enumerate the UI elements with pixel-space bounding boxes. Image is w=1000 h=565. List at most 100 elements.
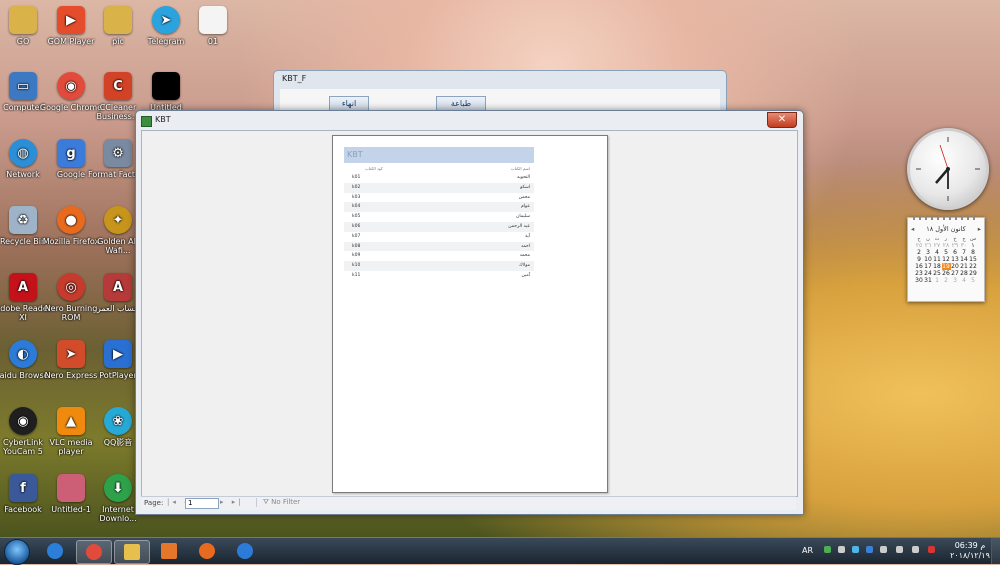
calendar-day[interactable]: 23 <box>915 270 924 277</box>
taskbar-media-player[interactable] <box>152 540 186 562</box>
print-preview-area: KBT كود الكتاب اسم الكتاب k01 النحويه k02… <box>141 130 798 497</box>
table-row: k11 آمين <box>344 271 534 281</box>
tray-icon[interactable] <box>824 546 831 553</box>
calendar-day[interactable]: 22 <box>969 263 978 270</box>
book-name: آمين <box>521 272 530 278</box>
print-button[interactable]: طباعة <box>436 96 486 111</box>
calendar-day[interactable]: 10 <box>924 256 933 263</box>
previous-month-icon[interactable]: ◂ <box>911 225 914 233</box>
calendar-day[interactable]: 7 <box>960 249 969 256</box>
table-row: k06 عبد الرحمن <box>344 221 534 232</box>
google-icon: g <box>57 139 85 167</box>
bluetooth-icon[interactable] <box>866 546 873 553</box>
calendar-day[interactable]: ١ <box>969 242 978 249</box>
calendar-day[interactable]: 6 <box>951 249 960 256</box>
clock-gadget[interactable] <box>907 128 989 210</box>
no-filter-button[interactable]: ⛛ No Filter <box>256 498 306 507</box>
calendar-day[interactable]: 21 <box>960 263 969 270</box>
calendar-day[interactable]: 14 <box>960 256 969 263</box>
calendar-day[interactable]: 25 <box>933 270 942 277</box>
taskbar-internet-explorer[interactable] <box>38 540 72 562</box>
calendar-day[interactable]: 24 <box>924 270 933 277</box>
table-row: k09 محمد <box>344 251 534 261</box>
calendar-day[interactable]: 5 <box>942 249 951 256</box>
chrome-icon <box>86 544 102 560</box>
clock-display[interactable]: 06:39 م ٢٠١٨/١٢/١٩ <box>948 541 992 561</box>
start-button[interactable] <box>4 539 30 565</box>
calendar-day[interactable]: 4 <box>960 277 969 284</box>
access-file-icon: A <box>104 273 132 301</box>
book-name: احمد <box>521 243 530 249</box>
calendar-today[interactable]: 19 <box>941 263 951 270</box>
book-name: اسكو <box>520 184 530 190</box>
next-last-page-buttons[interactable]: ▸ ▸| <box>220 498 244 506</box>
calendar-day[interactable]: 16 <box>915 263 924 270</box>
folder-icon <box>9 6 37 34</box>
taskbar-file-explorer[interactable] <box>114 540 150 564</box>
tray-icon[interactable] <box>838 546 845 553</box>
desktop-icon-01[interactable]: 01 <box>180 6 246 46</box>
exit-button[interactable]: انهاء <box>329 96 369 111</box>
tray-icon[interactable] <box>852 546 859 553</box>
show-desktop-button[interactable] <box>991 538 1000 564</box>
calendar-day[interactable]: 18 <box>933 263 942 270</box>
clock-face-icon <box>916 137 980 201</box>
calendar-day[interactable]: 1 <box>933 277 942 284</box>
black-image-icon <box>152 72 180 100</box>
calendar-gadget[interactable]: ◂ كانون الأول ١٨ ▸ ح ن ث ر خ ج س ٢٥ ٢٦ ٢… <box>907 215 985 302</box>
calendar-day[interactable]: 27 <box>951 270 960 277</box>
language-indicator[interactable]: AR <box>802 546 813 555</box>
calendar-day[interactable]: ٢٦ <box>924 242 933 249</box>
calendar-day[interactable]: 3 <box>924 249 933 256</box>
tray-icon[interactable] <box>928 546 935 553</box>
calendar-day[interactable]: 11 <box>933 256 942 263</box>
calendar-day[interactable]: ٢٨ <box>942 242 951 249</box>
network-signal-icon[interactable] <box>896 546 903 553</box>
report-window[interactable]: KBT ✕ KBT كود الكتاب اسم الكتاب k01 النحو… <box>135 110 804 515</box>
volume-icon[interactable] <box>912 546 919 553</box>
next-month-icon[interactable]: ▸ <box>978 225 981 233</box>
taskbar-chrome[interactable] <box>76 540 112 564</box>
firefox-icon: ● <box>57 206 85 234</box>
weekday-label: ن <box>926 235 930 242</box>
calendar-day[interactable]: 4 <box>933 249 942 256</box>
column-header-book-code: كود الكتاب <box>365 166 383 171</box>
calendar-day[interactable]: 2 <box>915 249 924 256</box>
internet-download-manager-icon: ⬇ <box>104 474 132 502</box>
calendar-day[interactable]: 15 <box>969 256 978 263</box>
calendar-day[interactable]: 20 <box>951 263 960 270</box>
calendar-day[interactable]: 8 <box>969 249 978 256</box>
close-button[interactable]: ✕ <box>767 112 797 128</box>
calendar-day[interactable]: 12 <box>942 256 951 263</box>
calendar-day[interactable]: 28 <box>960 270 969 277</box>
calendar-day[interactable]: 9 <box>915 256 924 263</box>
ccleaner-icon: C <box>104 72 132 100</box>
calendar-day[interactable]: 3 <box>951 277 960 284</box>
taskbar-baidu-browser[interactable] <box>228 540 262 562</box>
calendar-day[interactable]: 13 <box>951 256 960 263</box>
calendar-day[interactable]: 2 <box>942 277 951 284</box>
calendar-day[interactable]: 31 <box>924 277 933 284</box>
tray-icon[interactable] <box>880 546 887 553</box>
book-name: سلیمان <box>516 214 530 220</box>
desktop-icon-untitled[interactable]: Untitled <box>133 72 199 112</box>
table-row: k05 سلیمان <box>344 212 534 222</box>
calendar-day[interactable]: ٢٩ <box>951 242 960 249</box>
book-name: عبد الرحمن <box>508 223 530 229</box>
report-rows: k01 النحويه k02 اسكو k03 محمن k04 عوام k05 سل… <box>344 173 534 281</box>
desktop-icon-label: GO <box>16 37 30 46</box>
page-number-input[interactable]: 1 <box>185 498 219 509</box>
calendar-day[interactable]: 26 <box>942 270 951 277</box>
column-header-book-name: اسم الكتاب <box>510 166 530 171</box>
taskbar-firefox[interactable] <box>190 540 224 562</box>
calendar-day[interactable]: ٣٠ <box>960 242 969 249</box>
calendar-day[interactable]: ٢٥ <box>915 242 924 249</box>
calendar-day[interactable]: 17 <box>924 263 933 270</box>
calendar-day[interactable]: ٢٧ <box>933 242 942 249</box>
firefox-icon <box>199 543 215 559</box>
qq-player-icon: ❀ <box>104 407 132 435</box>
calendar-day[interactable]: 29 <box>969 270 978 277</box>
title-bar[interactable]: KBT ✕ <box>136 111 803 130</box>
calendar-day[interactable]: 30 <box>915 277 924 284</box>
calendar-day[interactable]: 5 <box>969 277 978 284</box>
